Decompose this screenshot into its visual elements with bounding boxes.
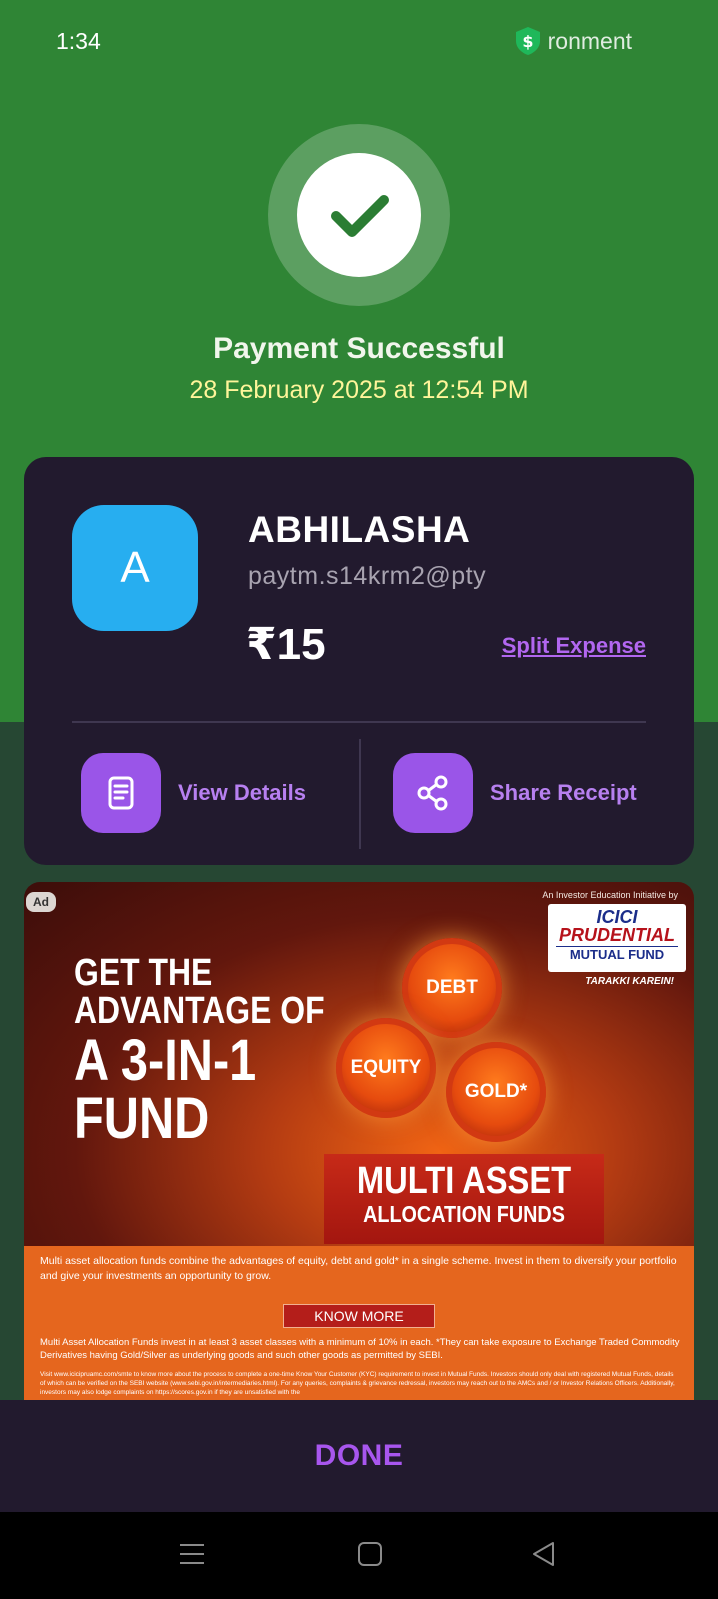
ad-orb-debt: DEBT	[402, 938, 502, 1038]
success-circle	[297, 153, 421, 277]
ad-info-section: Multi asset allocation funds combine the…	[24, 1246, 694, 1402]
payment-status-title: Payment Successful	[213, 332, 505, 365]
ad-orb-gold: GOLD*	[446, 1042, 546, 1142]
view-details-icon-box	[81, 753, 161, 833]
done-button[interactable]: DONE	[315, 1439, 404, 1473]
receipt-document-icon	[108, 776, 134, 810]
status-app-indicator: $ ronment	[514, 26, 632, 56]
ad-box-line1: MULTI ASSET	[356, 1160, 572, 1202]
payee-avatar: A	[72, 505, 198, 631]
ad-headline-line2: ADVANTAGE OF	[74, 990, 325, 1032]
status-bar: 1:34 $ ronment	[0, 0, 718, 80]
payee-upi-id: paytm.s14krm2@pty	[248, 562, 487, 590]
ad-logo-line2: PRUDENTIAL	[559, 925, 675, 945]
know-more-button[interactable]: KNOW MORE	[283, 1304, 435, 1328]
ad-product-box: MULTI ASSET ALLOCATION FUNDS	[324, 1154, 604, 1244]
card-divider	[72, 721, 646, 723]
ad-initiative-text: An Investor Education Initiative by	[542, 890, 678, 900]
home-icon[interactable]	[356, 1540, 384, 1568]
share-icon	[417, 775, 448, 811]
ad-box-line2: ALLOCATION FUNDS	[363, 1201, 565, 1227]
ad-headline-line3: A 3-IN-1	[74, 1028, 257, 1093]
back-icon[interactable]	[530, 1540, 558, 1568]
ad-headline: GET THE ADVANTAGE OF A 3-IN-1 FUND	[74, 954, 372, 1148]
share-receipt-label: Share Receipt	[490, 780, 637, 805]
advertisement-banner[interactable]: Ad An Investor Education Initiative by I…	[24, 882, 694, 1402]
ad-logo-line1: ICICI	[596, 907, 638, 927]
view-details-button[interactable]: View Details	[81, 753, 306, 833]
share-receipt-button[interactable]: Share Receipt	[393, 753, 637, 833]
ad-orb-equity: EQUITY	[336, 1018, 436, 1118]
share-receipt-icon-box	[393, 753, 473, 833]
payment-datetime: 28 February 2025 at 12:54 PM	[189, 376, 529, 404]
ad-fine-print-1: Multi Asset Allocation Funds invest in a…	[40, 1337, 680, 1361]
success-badge	[268, 124, 450, 306]
checkmark-icon	[331, 195, 389, 237]
svg-text:$: $	[522, 32, 533, 51]
ad-fine-print-2: Visit www.icicipruamc.com/smte to know m…	[40, 1371, 675, 1396]
split-expense-link[interactable]: Split Expense	[502, 633, 646, 659]
ad-logo-line3: MUTUAL FUND	[556, 946, 678, 963]
ad-badge: Ad	[26, 892, 56, 912]
status-app-label: ronment	[547, 27, 632, 54]
system-navigation-bar	[0, 1512, 718, 1599]
ad-tagline: TARAKKI KAREIN!	[585, 976, 674, 987]
ad-headline-line1: GET THE	[74, 952, 213, 994]
ad-brand-logo: ICICI PRUDENTIAL MUTUAL FUND	[548, 904, 686, 972]
payment-amount: ₹15	[246, 620, 326, 669]
ad-description: Multi asset allocation funds combine the…	[40, 1255, 677, 1282]
done-bar: DONE	[0, 1400, 718, 1512]
view-details-label: View Details	[178, 780, 306, 805]
payee-name: ABHILASHA	[248, 509, 471, 550]
recents-icon[interactable]	[178, 1540, 206, 1568]
payment-details-card: A ABHILASHA paytm.s14krm2@pty ₹15 Split …	[24, 457, 694, 865]
actions-divider	[359, 739, 361, 849]
ad-headline-line4: FUND	[74, 1086, 210, 1151]
status-time: 1:34	[56, 28, 101, 54]
shield-dollar-icon: $	[515, 27, 540, 55]
